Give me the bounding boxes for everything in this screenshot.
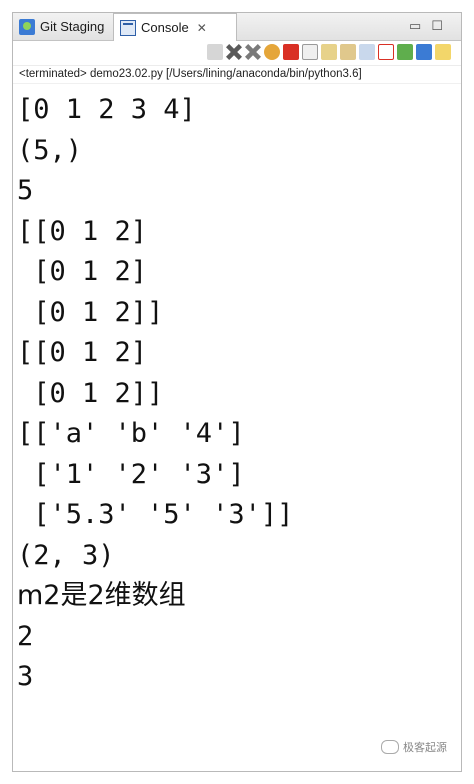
output-line: [[0 1 2] — [17, 215, 148, 247]
output-line: [0 1 2 3 4] — [17, 94, 196, 125]
output-line: ['5.3' '5' '3']] — [17, 499, 294, 530]
output-line: [['a' 'b' '4'] — [17, 418, 245, 449]
watermark: 极客起源 — [381, 739, 447, 755]
display-console-icon[interactable] — [416, 44, 432, 60]
tab-git-staging-label: Git Staging — [40, 19, 105, 34]
show-stdout-icon[interactable] — [359, 44, 375, 60]
output-line: 5 — [17, 175, 34, 206]
window-controls: ▭☐ — [409, 18, 453, 34]
output-line: [[0 1 2] — [17, 337, 148, 368]
scroll-lock-icon[interactable] — [321, 44, 337, 60]
output-line: 3 — [17, 661, 34, 692]
word-wrap-icon[interactable] — [340, 44, 356, 60]
output-line: [0 1 2] — [17, 256, 148, 287]
tab-console[interactable]: Console ✕ — [113, 13, 237, 41]
console-view: Git Staging Console ✕ ▭☐ <terminated> de… — [12, 12, 462, 772]
output-line: m2是2维数组 — [17, 580, 186, 611]
git-staging-icon — [19, 18, 35, 35]
open-console-icon[interactable] — [435, 44, 451, 60]
maximize-icon[interactable]: ☐ — [431, 18, 453, 33]
output-line: ['1' '2' '3'] — [17, 458, 245, 490]
process-status: <terminated> demo23.02.py [/Users/lining… — [13, 66, 461, 84]
debug-icon[interactable] — [264, 44, 280, 60]
wechat-icon — [381, 740, 399, 754]
remove-launch-icon[interactable] — [226, 44, 242, 60]
stop-icon[interactable] — [283, 44, 299, 60]
tab-console-label: Console — [141, 20, 189, 35]
console-output[interactable]: [0 1 2 3 4] (5,) 5 [[0 1 2] [0 1 2] [0 1… — [13, 84, 461, 698]
clear-console-icon[interactable] — [302, 44, 318, 60]
output-line: [0 1 2]] — [17, 296, 164, 328]
close-icon[interactable]: ✕ — [197, 21, 207, 35]
output-line: (5,) — [17, 134, 83, 166]
minimize-icon[interactable]: ▭ — [409, 18, 431, 33]
show-stderr-icon[interactable] — [378, 44, 394, 60]
view-tab-bar: Git Staging Console ✕ ▭☐ — [13, 13, 461, 41]
console-icon — [120, 19, 136, 36]
output-line: [0 1 2]] — [17, 377, 164, 409]
remove-all-terminated-icon[interactable] — [245, 44, 261, 60]
output-line: 2 — [17, 620, 34, 652]
terminate-icon[interactable] — [207, 44, 223, 60]
output-line: (2, 3) — [17, 539, 115, 571]
pin-console-icon[interactable] — [397, 44, 413, 60]
watermark-text: 极客起源 — [403, 742, 447, 754]
console-toolbar — [13, 41, 461, 66]
tab-git-staging[interactable]: Git Staging — [13, 13, 123, 40]
